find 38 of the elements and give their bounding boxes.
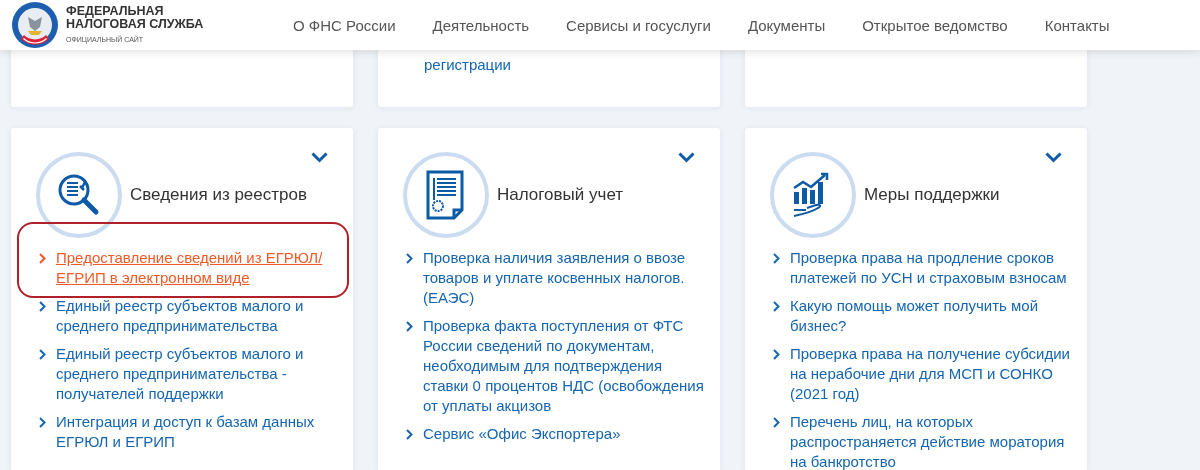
chevron-down-icon[interactable] (678, 152, 695, 163)
service-link[interactable]: Предоставление сведений из ЕГРЮЛ/ ЕГРИП в электронном виде (56, 248, 343, 288)
service-link[interactable]: Сервис «Офис Экспортера» (423, 424, 710, 444)
service-link[interactable]: Проверка наличия заявления о ввозе товаров и уплате косвенных налогов. (ЕАЭС) (423, 248, 710, 308)
chevron-right-icon (773, 417, 780, 428)
chevron-right-icon (773, 349, 780, 360)
service-link[interactable]: Единый реестр субъектов малого и среднего предпринимательства (56, 296, 343, 336)
service-link[interactable]: Какую помощь может получить мой бизнес? (790, 296, 1077, 336)
nav-link[interactable]: Сервисы и госуслуги (566, 16, 711, 34)
chevron-right-icon (39, 253, 46, 264)
chevron-right-icon (39, 349, 46, 360)
card-title: Меры поддержки (864, 185, 1000, 205)
service-link[interactable]: Единый реестр субъектов малого и среднего предпринимательства - получателей поддержки (56, 344, 343, 404)
card-title: Сведения из реестров (130, 185, 307, 205)
logo-title: ФЕДЕРАЛЬНАЯ (66, 4, 165, 18)
logo-title: НАЛОГОВАЯ СЛУЖБА (66, 17, 204, 31)
chevron-right-icon (406, 429, 413, 440)
nav-link[interactable]: Контакты (1044, 16, 1110, 34)
service-link[interactable]: Перечень лиц, на которых распространяется действие моратория на банкротство (790, 412, 1077, 470)
chevron-right-icon (773, 253, 780, 264)
service-link[interactable]: Интеграция и доступ к базам данных ЕГРЮЛ и ЕГРИП (56, 412, 343, 452)
nav-link[interactable]: О ФНС России (293, 16, 396, 34)
chevron-right-icon (39, 417, 46, 428)
chevron-right-icon (406, 321, 413, 332)
service-link[interactable]: регистрации (424, 55, 710, 75)
chevron-down-icon[interactable] (311, 152, 328, 163)
chevron-right-icon (773, 301, 780, 312)
service-link[interactable]: Проверка факта поступления от ФТС России сведений по документам, необходимым для подтверждения ставки 0 процентов НДС (освобождения от уплаты акцизов (423, 316, 710, 416)
service-link[interactable]: Проверка права на продление сроков платежей по УСН и страховым взносам (790, 248, 1077, 288)
chevron-down-icon[interactable] (1045, 152, 1062, 163)
service-link[interactable]: Проверка права на получение субсидии на нерабочие дни для МСП и СОНКО (2021 год) (790, 344, 1077, 404)
chevron-right-icon (39, 301, 46, 312)
nav-link[interactable]: Документы (747, 16, 826, 34)
chevron-right-icon (406, 253, 413, 264)
certificate-icon (426, 170, 466, 220)
nav-link[interactable]: Деятельность (432, 16, 530, 34)
nav-link[interactable]: Открытое ведомство (862, 16, 1008, 34)
card-title: Налоговый учет (497, 185, 624, 205)
